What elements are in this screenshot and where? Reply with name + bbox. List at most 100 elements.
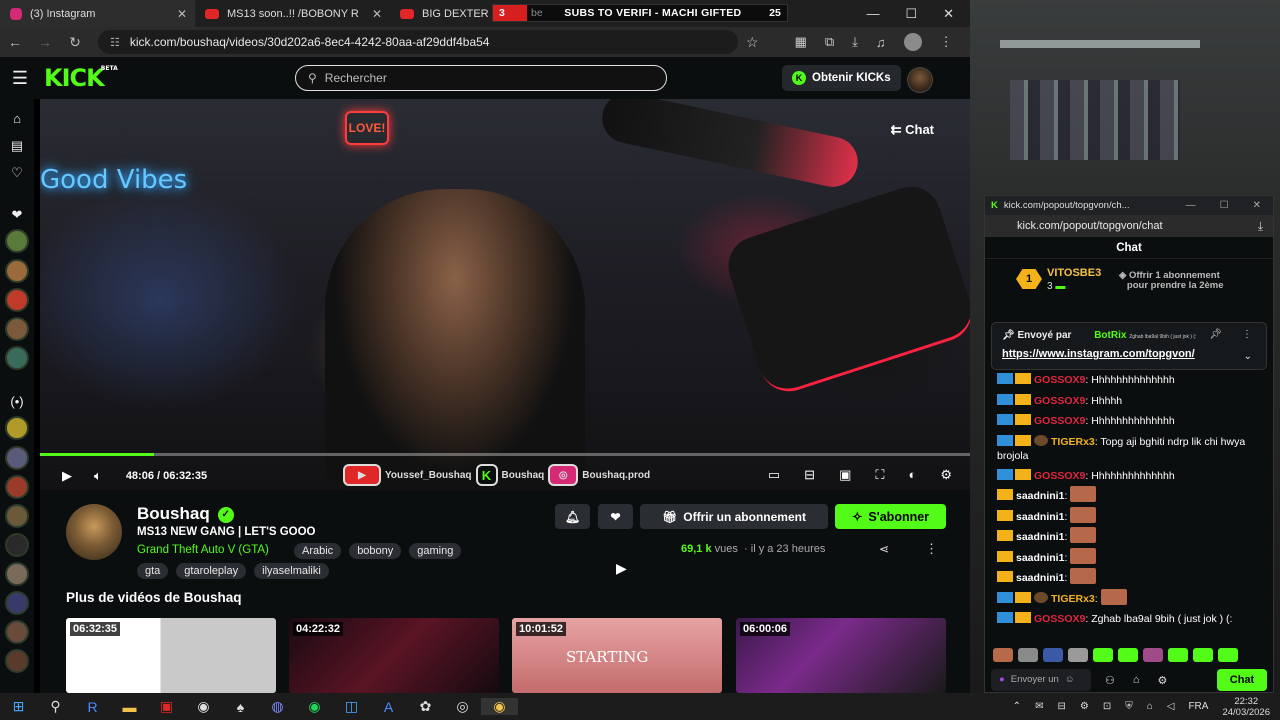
send-chat-button[interactable]: Chat <box>1217 669 1267 691</box>
back-icon[interactable]: ← <box>0 34 30 50</box>
users-icon[interactable]: ⚇ <box>1105 674 1115 687</box>
followed-channel-avatar[interactable] <box>5 346 29 370</box>
notification-bell-button[interactable]: 🔔︎ <box>555 504 590 529</box>
language-indicator[interactable]: FRA <box>1188 701 1208 712</box>
chrome-icon[interactable]: ◉ <box>481 698 518 715</box>
theater-mode-icon[interactable]: ▭ <box>768 467 780 483</box>
volume-icon[interactable]: ◁ <box>1167 701 1175 712</box>
tab-ms13[interactable]: MS13 soon..!! /BOBONY R ✕ <box>195 0 390 27</box>
profile-avatar[interactable] <box>903 33 922 51</box>
recommended-channel-avatar[interactable] <box>5 416 29 440</box>
emote-icon[interactable] <box>1093 648 1113 662</box>
chat-username[interactable]: GOSSOX9 <box>1034 415 1085 427</box>
video-thumbnail[interactable]: 04:22:32 <box>289 618 499 693</box>
tag[interactable]: Arabic <box>294 543 342 559</box>
tag[interactable]: gtaroleplay <box>176 563 247 579</box>
bookmark-star-icon[interactable]: ☆ <box>746 34 759 51</box>
tray-icon[interactable]: ⛨ <box>1125 701 1133 712</box>
recommended-channel-avatar[interactable] <box>5 562 29 586</box>
volume-icon[interactable]: 🔈︎ <box>94 468 102 484</box>
site-info-icon[interactable]: ☷ <box>110 36 120 49</box>
recommended-channel-avatar[interactable] <box>5 649 29 673</box>
gift-offer[interactable]: ◈ Offrir 1 abonnement pour prendre la 2è… <box>1119 271 1224 291</box>
following-icon[interactable]: ♡ <box>7 165 27 181</box>
kick-logo[interactable]: KICK BETA <box>44 64 118 92</box>
recommended-channel-avatar[interactable] <box>5 591 29 615</box>
chat-username[interactable]: TIGERx3 <box>1051 593 1095 605</box>
extensions-icon[interactable]: ⧉ <box>825 34 834 50</box>
discord-icon[interactable]: ◍ <box>259 698 296 715</box>
emote-icon[interactable] <box>1018 648 1038 662</box>
steam-icon[interactable]: ◉ <box>185 698 222 715</box>
chat-username[interactable]: saadnini1 <box>1016 511 1064 523</box>
tag[interactable]: gaming <box>409 543 462 559</box>
chat-username[interactable]: GOSSOX9 <box>1034 374 1085 386</box>
maximize-icon[interactable]: ☐ <box>905 6 917 22</box>
emote-icon[interactable] <box>1118 648 1138 662</box>
followed-channel-avatar[interactable] <box>5 317 29 341</box>
windows-start-icon[interactable]: ⊞ <box>0 698 37 715</box>
follow-button[interactable]: ✧ S'abonner <box>835 504 946 529</box>
chat-username[interactable]: GOSSOX9 <box>1034 470 1085 482</box>
category-link[interactable]: Grand Theft Auto V (GTA) <box>137 544 269 556</box>
hamburger-menu-icon[interactable]: ☰ <box>0 68 40 89</box>
emote-icon[interactable] <box>993 648 1013 662</box>
video-thumbnail[interactable]: 06:32:35 <box>66 618 276 693</box>
clip-icon[interactable]: ⊟ <box>804 467 815 483</box>
browse-icon[interactable]: ▤ <box>7 138 27 154</box>
tray-icon[interactable]: ✉ <box>1035 701 1043 712</box>
spotify-icon[interactable]: ◉ <box>296 698 333 715</box>
minimize-icon[interactable]: — <box>866 6 879 22</box>
app-icon[interactable]: A <box>370 699 407 715</box>
recommended-channel-avatar[interactable] <box>5 475 29 499</box>
settings-gear-icon[interactable]: ⚙ <box>940 467 952 483</box>
tag[interactable]: bobony <box>349 543 402 559</box>
minimize-icon[interactable]: — <box>1186 200 1196 211</box>
folder-icon[interactable]: ▬ <box>111 699 148 715</box>
more-options-icon[interactable]: ⋮ <box>925 541 938 557</box>
favorite-button[interactable]: ❤ <box>598 504 633 529</box>
emote-icon[interactable] <box>1043 648 1063 662</box>
video-thumbnail[interactable]: 10:01:52 STARTING <box>512 618 722 693</box>
obs-icon[interactable]: ◎ <box>444 698 481 715</box>
chevron-up-icon[interactable]: ⌃ <box>1013 701 1021 712</box>
emote-icon[interactable] <box>1218 648 1238 662</box>
tag[interactable]: ilyaselmaliki <box>254 563 329 579</box>
tray-icon[interactable]: ⊟ <box>1057 701 1065 712</box>
followed-channel-avatar[interactable] <box>5 288 29 312</box>
recommended-channel-avatar[interactable] <box>5 620 29 644</box>
app-icon[interactable]: ✿ <box>407 698 444 715</box>
settings-gear-icon[interactable]: ⚙ <box>1158 674 1168 687</box>
recommended-channel-avatar[interactable] <box>5 504 29 528</box>
progress-bar[interactable] <box>40 453 970 456</box>
clock[interactable]: 22:32 24/03/2026 <box>1222 696 1270 718</box>
chat-username[interactable]: saadnini1 <box>1016 490 1064 502</box>
chevron-down-icon[interactable]: ⌄ <box>1244 351 1252 362</box>
media-icon[interactable]: ♫ <box>876 35 886 50</box>
download-icon[interactable]: ⤓ <box>852 34 858 50</box>
more-options-icon[interactable]: ⋮ <box>1242 329 1252 340</box>
chat-input[interactable]: ● Envoyer un ☺ <box>991 669 1091 691</box>
emote-icon[interactable] <box>1193 648 1213 662</box>
recommended-channel-avatar[interactable] <box>5 533 29 557</box>
close-window-icon[interactable]: ✕ <box>1253 200 1261 211</box>
forward-icon[interactable]: → <box>30 34 60 50</box>
share-icon[interactable]: ⋖ <box>879 542 889 556</box>
recommended-channel-avatar[interactable] <box>5 446 29 470</box>
close-icon[interactable]: ✕ <box>177 7 187 21</box>
search-icon[interactable]: ⚲ <box>37 698 74 715</box>
search-input[interactable]: ⚲ Rechercher <box>295 65 667 91</box>
get-kicks-button[interactable]: K Obtenir KICKs <box>782 65 901 91</box>
app-icon[interactable]: R <box>74 699 111 715</box>
chat-username[interactable]: saadnini1 <box>1016 552 1064 564</box>
video-thumbnail[interactable]: 06:00:06 <box>736 618 946 693</box>
tab-instagram[interactable]: (3) Instagram ✕ <box>0 0 195 27</box>
emote-icon[interactable] <box>1068 648 1088 662</box>
emoji-icon[interactable]: ☺ <box>1065 675 1075 685</box>
tag[interactable]: gta <box>137 563 169 579</box>
followed-channel-avatar[interactable] <box>5 229 29 253</box>
tray-icon[interactable]: ⚙ <box>1080 701 1089 712</box>
gift-subscription-button[interactable]: 🎁︎ Offrir un abonnement <box>640 504 828 529</box>
gifter-name[interactable]: VITOSBE3 <box>1047 267 1101 279</box>
emote-icon[interactable] <box>1143 648 1163 662</box>
